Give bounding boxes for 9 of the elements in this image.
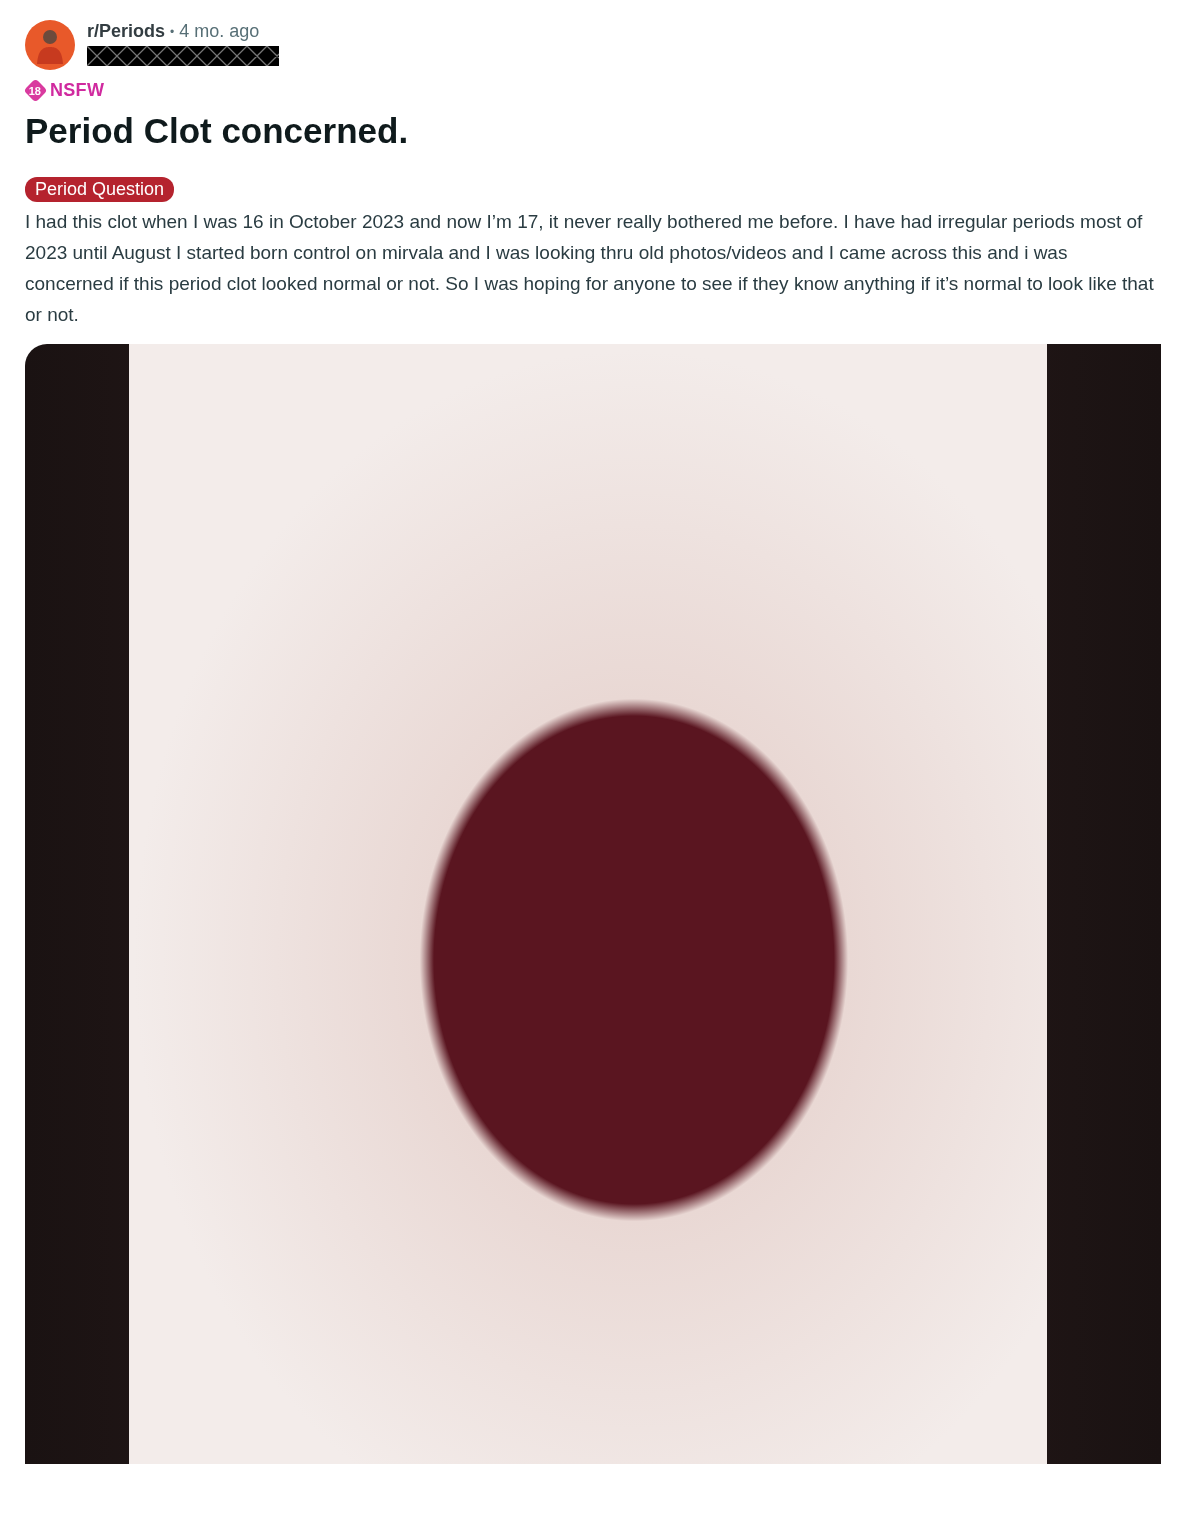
meta-separator: • (170, 24, 175, 39)
nsfw-badge: 18 (23, 78, 48, 103)
subreddit-link[interactable]: r/Periods (87, 21, 166, 42)
post-title: Period Clot concerned. (25, 111, 410, 151)
nsfw-label: NSFW (50, 80, 105, 101)
post-time: 4 mo. ago (179, 21, 260, 42)
post-flair[interactable]: Period Question (25, 177, 175, 202)
avatar-icon[interactable] (25, 20, 75, 70)
post-body: I had this clot when I was 16 in October 2023 and now I’m 17, it never really bothered me before. I have had irregular periods most of 2023 until August I started born control on mirvala and I was looking thru old photos/videos and I came across this and i was concerned if this period clot looked normal or not. So I was hoping for anyone to see if they know anything if it’s normal to look like that or not. (25, 210, 1155, 327)
